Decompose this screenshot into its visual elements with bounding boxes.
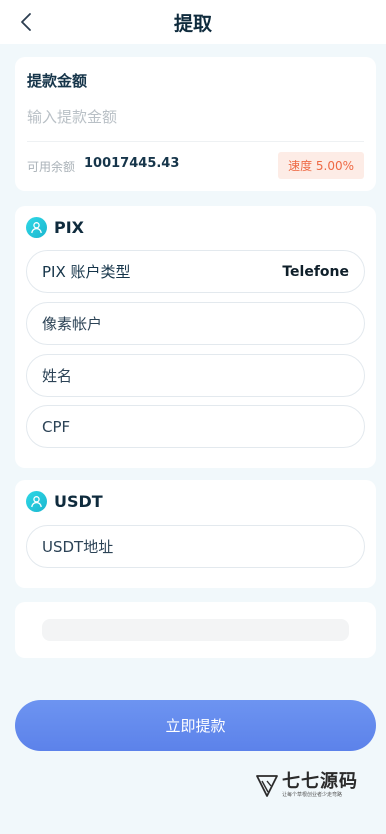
triangle-logo-icon [256,774,278,797]
withdraw-now-button[interactable]: 立即提款 [15,700,376,751]
usdt-address-field[interactable] [26,525,365,568]
loading-skeleton [42,619,349,641]
rate-badge: 速度 5.00% [278,152,364,179]
amount-label: 提款金额 [27,72,88,90]
balance-label: 可用余额 [27,160,76,174]
name-field[interactable] [26,354,365,397]
watermark-name: 七七源码 [282,771,358,792]
watermark-slogan: 让每个草根创业者少走弯路 [282,792,343,798]
top-bar: 提取 [0,0,386,44]
pix-account-type-select[interactable]: PIX 账户类型 Telefone [26,250,365,293]
amount-card: 提款金额 可用余额 10017445.43 速度 5.00% [15,57,376,191]
usdt-section-header: USDT [26,491,103,512]
user-avatar-icon [26,491,47,512]
cpf-input[interactable] [42,417,349,436]
divider [27,141,364,142]
usdt-card: USDT [15,480,376,588]
pix-title: PIX [54,218,85,237]
usdt-title: USDT [54,492,103,511]
user-avatar-icon [26,217,47,238]
watermark-logo: 七七源码 让每个草根创业者少走弯路 [256,772,358,799]
amount-input[interactable] [27,105,364,129]
placeholder-card [15,602,376,658]
cpf-field[interactable] [26,405,365,448]
name-input[interactable] [42,366,349,385]
pix-card: PIX PIX 账户类型 Telefone [15,206,376,468]
balance-value: 10017445.43 [84,156,180,171]
pix-account-type-value: Telefone [282,263,349,280]
usdt-address-input[interactable] [42,537,349,556]
pix-section-header: PIX [26,217,84,238]
pix-account-type-label: PIX 账户类型 [42,263,131,281]
pixel-account-input[interactable] [42,314,349,333]
page-title: 提取 [173,13,212,35]
pixel-account-field[interactable] [26,302,365,345]
